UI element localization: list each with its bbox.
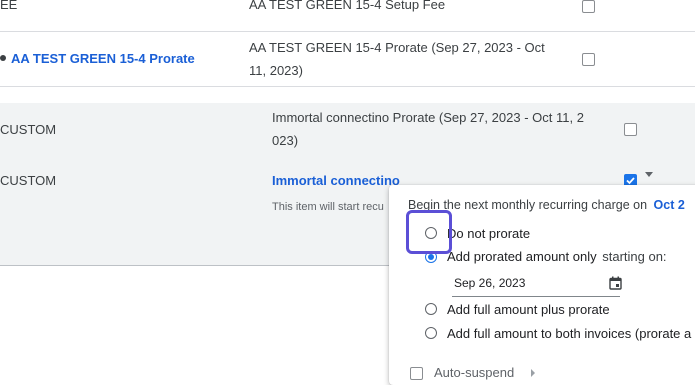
option-do-not-prorate-label[interactable]: Do not prorate	[447, 225, 530, 243]
row2-checkbox[interactable]	[582, 53, 595, 66]
row-divider	[0, 86, 695, 87]
row4-note: This item will start recu	[272, 201, 384, 213]
start-date-value: Sep 26, 2023	[454, 276, 526, 290]
status-dot-icon	[0, 55, 6, 61]
option-add-prorated-only[interactable]: Add prorated amount only starting on:	[447, 248, 667, 266]
option-starting-on-label: starting on:	[602, 249, 667, 264]
chevron-down-icon[interactable]	[645, 172, 653, 177]
row1-checkbox[interactable]	[582, 0, 595, 13]
row2-name-link[interactable]: AA TEST GREEN 15-4 Prorate	[11, 47, 195, 70]
row4-name-link[interactable]: Immortal connectino	[272, 169, 400, 192]
radio-full-plus-prorate[interactable]	[425, 303, 437, 315]
auto-suspend-checkbox[interactable]	[410, 367, 423, 380]
calendar-icon[interactable]	[609, 276, 622, 290]
option-full-both-invoices-label[interactable]: Add full amount to both invoices (prorat…	[447, 325, 691, 343]
row4-type: CUSTOM	[0, 173, 57, 188]
row1-name: EE	[0, 0, 18, 12]
row1-description: AA TEST GREEN 15-4 Setup Fee	[249, 0, 446, 12]
row3-checkbox[interactable]	[624, 123, 637, 136]
row3-type: CUSTOM	[0, 122, 57, 137]
row2-description-line1: AA TEST GREEN 15-4 Prorate (Sep 27, 2023…	[249, 40, 545, 55]
popup-header-date: Oct 2	[653, 198, 685, 212]
chevron-right-icon[interactable]	[531, 369, 535, 377]
row3-description-line2: 023)	[272, 133, 299, 148]
row2-description-line2: 11, 2023)	[249, 63, 303, 78]
option-full-plus-prorate-label[interactable]: Add full amount plus prorate	[447, 301, 610, 319]
radio-full-both-invoices[interactable]	[425, 327, 437, 339]
auto-suspend-label[interactable]: Auto-suspend	[434, 364, 514, 382]
start-date-field[interactable]: Sep 26, 2023	[452, 274, 622, 297]
row-divider	[0, 31, 695, 32]
option-add-prorated-only-label: Add prorated amount only	[447, 249, 597, 264]
row3-description-line1: Immortal connectino Prorate (Sep 27, 202…	[272, 110, 584, 125]
focus-ring	[406, 210, 452, 254]
